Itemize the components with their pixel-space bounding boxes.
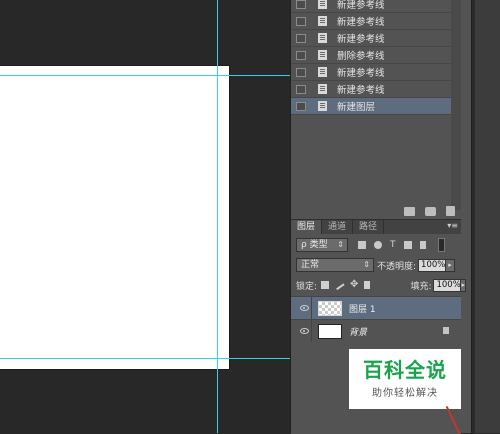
new-document-from-state-icon[interactable] <box>404 206 415 216</box>
type-layer-filter-icon[interactable]: T <box>390 241 396 250</box>
pixel-layer-filter-icon[interactable] <box>358 241 366 249</box>
layer-filter-row: ρ 类型 ⇕ T <box>296 237 461 253</box>
history-item-label: 新建参考线 <box>337 17 385 28</box>
panel-menu-icon[interactable]: ▾≡ <box>447 221 458 230</box>
trash-icon[interactable] <box>446 206 455 216</box>
select-arrows-icon: ⇕ <box>337 240 344 249</box>
history-item[interactable]: 删除参考线 <box>291 47 461 64</box>
filter-toggle-switch[interactable] <box>437 238 445 252</box>
lock-all-icon[interactable] <box>364 281 371 289</box>
history-item[interactable]: 新建参考线 <box>291 64 461 81</box>
history-item[interactable]: 新建参考线 <box>291 0 461 13</box>
snapshot-camera-icon[interactable] <box>425 206 436 216</box>
lock-transparent-pixels-icon[interactable] <box>321 281 330 289</box>
history-item[interactable]: 新建参考线 <box>291 81 461 98</box>
lock-image-pixels-icon[interactable] <box>334 280 345 290</box>
horizontal-guide[interactable] <box>0 358 290 359</box>
collapsed-panel-strip <box>471 0 500 433</box>
opacity-dropdown-icon[interactable]: ▸ <box>446 258 456 272</box>
shape-layer-filter-icon[interactable] <box>403 241 412 249</box>
history-state-icon <box>318 16 327 26</box>
snapshot-source-checkbox[interactable] <box>296 50 306 60</box>
adjustment-layer-filter-icon[interactable] <box>374 241 382 249</box>
history-item[interactable]: 新建参考线 <box>291 30 461 47</box>
horizontal-guide[interactable] <box>0 75 290 76</box>
history-state-icon <box>318 33 327 43</box>
fill-label: 填充: <box>410 281 432 292</box>
blend-row: 正常 ⇕ 不透明度: 100% ▸ <box>296 257 461 273</box>
tab-channels[interactable]: 通道 <box>322 220 354 234</box>
smart-object-filter-icon[interactable] <box>419 241 426 249</box>
watermark-subtitle: 助你轻松解决 <box>372 388 438 399</box>
history-state-icon <box>318 0 327 9</box>
watermark-title: 百科全说 <box>363 358 447 382</box>
opacity-field[interactable]: 100% <box>418 258 447 272</box>
history-item-label: 新建参考线 <box>337 68 385 79</box>
snapshot-source-checkbox[interactable] <box>296 33 306 43</box>
canvas-area[interactable] <box>0 0 290 433</box>
history-state-icon <box>318 84 327 94</box>
history-item-selected[interactable]: 新建图层 <box>291 98 461 115</box>
history-footer <box>291 204 461 218</box>
layer-row[interactable]: 背景 <box>291 319 461 342</box>
lock-label: 锁定: <box>296 281 318 292</box>
snapshot-source-checkbox[interactable] <box>296 16 306 26</box>
document-canvas[interactable] <box>0 66 229 369</box>
lock-icon <box>443 327 449 334</box>
layer-thumbnail <box>318 300 342 316</box>
history-item-label: 新建参考线 <box>337 85 385 96</box>
tab-layers[interactable]: 图层 <box>291 220 323 234</box>
history-panel: 新建参考线 新建参考线 新建参考线 删除参考线 新建参考线 新建参考线 新建图层 <box>291 0 461 216</box>
fill-dropdown-icon[interactable]: ▸ <box>461 278 466 292</box>
history-item-label: 新建图层 <box>337 102 376 113</box>
history-item[interactable]: 新建参考线 <box>291 13 461 30</box>
history-scrollbar[interactable] <box>451 0 461 210</box>
blend-mode-select[interactable]: 正常 ⇕ <box>296 258 374 272</box>
vertical-guide[interactable] <box>217 0 218 433</box>
search-icon: ρ <box>301 240 307 250</box>
watermark-badge: 百科全说 助你轻松解决 <box>349 349 461 409</box>
history-state-icon <box>318 67 327 77</box>
fill-field[interactable]: 100% <box>433 278 462 292</box>
history-item-label: 删除参考线 <box>337 51 385 62</box>
layer-name[interactable]: 背景 <box>349 325 367 338</box>
history-state-icon <box>318 101 327 111</box>
history-item-label: 新建参考线 <box>337 0 385 11</box>
lock-position-icon[interactable]: ✥ <box>350 280 358 290</box>
layer-thumbnail <box>318 323 342 339</box>
snapshot-source-checkbox[interactable] <box>296 0 306 9</box>
lock-row: 锁定: ✥ 填充: 100% ▸ <box>296 277 466 293</box>
blend-mode-value: 正常 <box>301 260 320 270</box>
panel-divider[interactable] <box>472 0 475 433</box>
visibility-eye-icon[interactable] <box>300 328 309 334</box>
tab-paths[interactable]: 路径 <box>353 220 385 234</box>
history-item-label: 新建参考线 <box>337 34 385 45</box>
snapshot-source-checkbox[interactable] <box>296 101 306 111</box>
layer-row-selected[interactable]: 图层 1 <box>291 296 461 319</box>
panel-tabs: 图层 通道 路径 <box>291 220 461 234</box>
layer-name[interactable]: 图层 1 <box>349 302 376 315</box>
opacity-label: 不透明度: <box>377 261 417 272</box>
select-arrows-icon: ⇕ <box>363 260 370 269</box>
snapshot-source-checkbox[interactable] <box>296 84 306 94</box>
history-state-icon <box>318 50 327 60</box>
snapshot-source-checkbox[interactable] <box>296 67 306 77</box>
filter-kind-value: 类型 <box>309 240 328 250</box>
visibility-eye-icon[interactable] <box>300 305 309 311</box>
filter-kind-select[interactable]: ρ 类型 ⇕ <box>296 238 348 252</box>
